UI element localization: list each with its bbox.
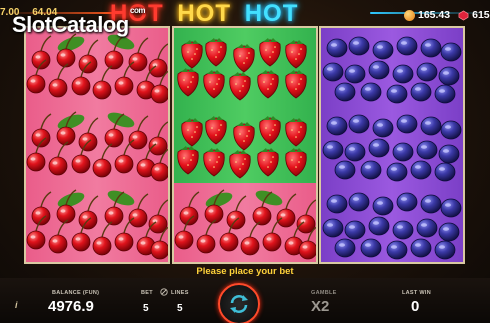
coin-icon: [404, 9, 415, 21]
lines-icon: [160, 288, 168, 296]
currency-display: 165.43 615: [404, 9, 490, 21]
cherry-icon: [26, 186, 168, 264]
lines-label: LINES: [171, 290, 189, 296]
game-screen: 7.00 64.04 HOT HOT HOT 165.43 615 SlotCa…: [0, 0, 490, 323]
plum-icon: [321, 108, 463, 186]
strawberry-icon: [174, 30, 316, 108]
gems-value: 615: [472, 9, 490, 21]
lines-value[interactable]: 5: [177, 303, 183, 314]
cherry-icon: [26, 30, 168, 108]
logo-word-3: HOT: [244, 0, 299, 27]
control-panel: i BALANCE (FUN) 4976.9 BET 5 LINES 5 GAM…: [0, 278, 490, 323]
reel-1: [24, 26, 170, 264]
plum-icon: [321, 30, 463, 108]
status-message: Please place your bet: [196, 266, 294, 277]
cherry-icon: [26, 108, 168, 186]
gamble-label: GAMBLE: [311, 290, 337, 296]
cherry-icon: [174, 186, 316, 264]
spin-button[interactable]: [218, 283, 260, 323]
info-icon[interactable]: i: [15, 300, 18, 310]
watermark-sub: com: [130, 6, 145, 15]
plum-icon: [321, 186, 463, 264]
watermark-logo: SlotCatalog com: [12, 6, 145, 38]
last-win-label: LAST WIN: [402, 290, 431, 296]
gamble-value[interactable]: X2: [311, 298, 329, 315]
gem-icon: [458, 10, 469, 20]
bet-label: BET: [141, 290, 153, 296]
balance-label: BALANCE (FUN): [52, 290, 100, 296]
reel-2: [172, 26, 318, 264]
coins-value: 165.43: [418, 9, 451, 21]
reel-3: [319, 26, 465, 264]
game-logo: HOT HOT HOT: [110, 0, 380, 27]
bet-value[interactable]: 5: [143, 303, 149, 314]
balance-value: 4976.9: [48, 298, 94, 315]
strawberry-icon: [174, 108, 316, 186]
logo-word-2: HOT: [177, 0, 232, 27]
last-win-value: 0: [411, 298, 420, 315]
spin-arrows-icon: [230, 295, 248, 313]
watermark-text: SlotCatalog: [12, 12, 129, 37]
